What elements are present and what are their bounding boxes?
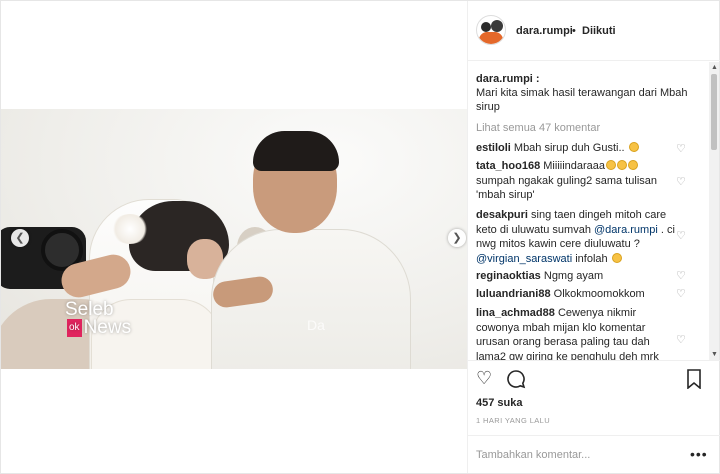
likes-count[interactable]: 457 suka bbox=[476, 397, 522, 409]
post-timestamp: 1 HARI YANG LALU bbox=[476, 416, 551, 425]
chevron-right-icon: ❯ bbox=[452, 231, 462, 244]
comment-text: Olkokmoomokkom bbox=[553, 288, 645, 300]
prev-media-button[interactable]: ❮ bbox=[11, 229, 29, 247]
comment-icon[interactable] bbox=[506, 369, 526, 392]
comment-username[interactable]: estiloli bbox=[476, 142, 511, 154]
view-all-comments-link[interactable]: Lihat semua 47 komentar bbox=[476, 122, 600, 134]
list-item: luluandriani88 Olkokmoomokkom bbox=[476, 287, 676, 302]
next-media-button[interactable]: ❯ bbox=[448, 229, 466, 247]
comment-text-end: infolah bbox=[575, 252, 608, 265]
post-actions: ♡ 457 suka 1 HARI YANG LALU ••• bbox=[468, 360, 720, 473]
mention-link[interactable]: @virgian_saraswati bbox=[476, 253, 572, 265]
list-item: estiloli Mbah sirup duh Gusti.. bbox=[476, 141, 676, 156]
comment-like-heart-icon[interactable]: ♡ bbox=[676, 142, 686, 155]
comment-text: Mbah sirup duh Gusti.. bbox=[513, 142, 625, 154]
mention-link[interactable]: @dara.rumpi bbox=[594, 224, 658, 236]
avatar-figure bbox=[481, 22, 491, 32]
more-options-icon[interactable]: ••• bbox=[690, 446, 708, 462]
list-item: reginaoktias Ngmg ayam bbox=[476, 269, 676, 284]
comment-text-continued: sumpah ngakak guling2 sama tulisan 'mbah… bbox=[476, 174, 658, 202]
comment-username[interactable]: luluandriani88 bbox=[476, 288, 551, 300]
list-item: tata_hoo168 Miiiiindaraaa sumpah ngakak … bbox=[476, 159, 676, 203]
comment-username[interactable]: desakpuri bbox=[476, 209, 528, 221]
scroll-up-arrow-icon[interactable]: ▲ bbox=[711, 64, 718, 71]
rofl-emoji-icon bbox=[606, 160, 617, 170]
video-figure bbox=[111, 214, 149, 244]
comment-like-heart-icon[interactable]: ♡ bbox=[676, 229, 686, 242]
comment-username[interactable]: tata_hoo168 bbox=[476, 160, 540, 172]
caption-username[interactable]: dara.rumpi : bbox=[476, 72, 706, 86]
comment-like-heart-icon[interactable]: ♡ bbox=[676, 269, 686, 282]
logo-badge: ok bbox=[67, 319, 82, 337]
post-caption: dara.rumpi : Mari kita simak hasil teraw… bbox=[476, 72, 706, 114]
laughing-emoji-icon bbox=[628, 142, 639, 152]
comment-text: Miiiiindaraaa bbox=[543, 160, 606, 172]
add-comment-bar: ••• bbox=[468, 435, 720, 474]
avatar-figure bbox=[479, 32, 503, 44]
avatar[interactable] bbox=[476, 15, 506, 45]
list-item: desakpuri sing taen dingeh mitoh care ke… bbox=[476, 208, 676, 266]
comment-like-heart-icon[interactable]: ♡ bbox=[676, 287, 686, 300]
comment-username[interactable]: reginaoktias bbox=[476, 270, 541, 282]
username-link[interactable]: dara.rumpi bbox=[516, 25, 573, 37]
comment-username[interactable]: lina_achmad88 bbox=[476, 307, 555, 319]
post-media: Seleb ok News Da ❮ ❯ bbox=[1, 1, 467, 473]
comment-text: Ngmg ayam bbox=[543, 270, 604, 282]
scroll-down-arrow-icon[interactable]: ▼ bbox=[711, 351, 718, 358]
rofl-emoji-icon bbox=[617, 160, 628, 170]
follow-status-button[interactable]: Diikuti bbox=[582, 25, 616, 37]
post-side-panel: dara.rumpi • Diikuti dara.rumpi : Mari k… bbox=[467, 1, 720, 473]
laughing-emoji-icon bbox=[611, 252, 622, 263]
heart-icon[interactable]: ♡ bbox=[476, 369, 492, 387]
video-player[interactable]: Seleb ok News Da bbox=[1, 109, 467, 369]
video-watermark: Da bbox=[307, 317, 325, 333]
rofl-emoji-icon bbox=[628, 160, 639, 170]
video-figure bbox=[253, 131, 339, 171]
avatar-figure bbox=[491, 20, 503, 32]
logo-word: News bbox=[83, 317, 132, 338]
seleb-news-logo: Seleb ok News bbox=[65, 300, 132, 338]
header-separator: • bbox=[572, 25, 576, 37]
chevron-left-icon: ❮ bbox=[15, 231, 25, 244]
add-comment-input[interactable] bbox=[476, 449, 676, 461]
bookmark-icon[interactable] bbox=[686, 369, 702, 392]
list-item: lina_achmad88 Cewenya nikmir cowonya mba… bbox=[476, 306, 676, 360]
comments-list[interactable]: dara.rumpi : Mari kita simak hasil teraw… bbox=[468, 62, 720, 360]
scroll-thumb[interactable] bbox=[711, 74, 717, 150]
caption-text: Mari kita simak hasil terawangan dari Mb… bbox=[476, 87, 688, 113]
logo-line2: ok News bbox=[65, 317, 132, 338]
comment-like-heart-icon[interactable]: ♡ bbox=[676, 175, 686, 188]
comment-like-heart-icon[interactable]: ♡ bbox=[676, 333, 686, 346]
post-header: dara.rumpi • Diikuti bbox=[468, 1, 720, 61]
comments-scrollbar[interactable]: ▲ ▼ bbox=[709, 62, 719, 360]
